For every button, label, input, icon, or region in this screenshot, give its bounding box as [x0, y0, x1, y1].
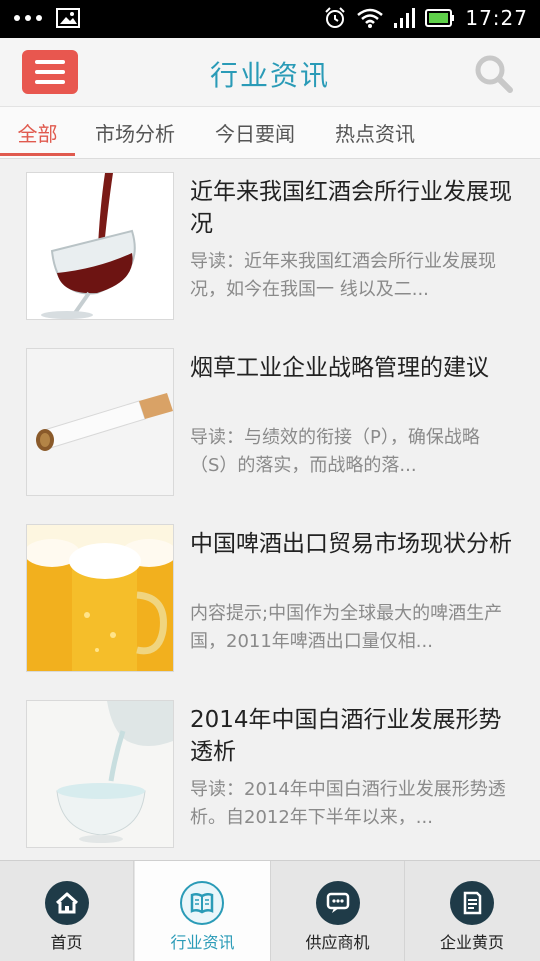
book-icon — [180, 881, 224, 925]
bottom-navigation: 首页 行业资讯 供应商机 企业黄页 — [0, 860, 540, 961]
search-icon — [475, 55, 513, 93]
article-item[interactable]: 近年来我国红酒会所行业发展现况 导读：近年来我国红酒会所行业发展现况，如今在我国… — [0, 160, 540, 336]
nav-supply-opportunities-label: 供应商机 — [305, 933, 370, 952]
nav-yellow-pages-label: 企业黄页 — [439, 933, 504, 952]
search-button[interactable] — [472, 52, 516, 96]
article-description: 内容提示;中国作为全球最大的啤酒生产国，2011年啤酒出口量仅相... — [190, 603, 503, 652]
tab-market-analysis[interactable]: 市场分析 — [85, 107, 185, 158]
article-item[interactable]: 中国啤酒出口贸易市场现状分析 内容提示;中国作为全球最大的啤酒生产国，2011年… — [0, 512, 540, 688]
status-time: 17:27 — [465, 6, 528, 30]
article-thumbnail-baijiu — [26, 700, 174, 848]
document-icon — [450, 881, 494, 925]
notification-dots-icon — [14, 15, 42, 21]
article-item[interactable]: 2014年中国白酒行业发展形势透析 导读：2014年中国白酒行业发展形势透析。自… — [0, 688, 540, 864]
article-thumbnail-cigarette — [26, 348, 174, 496]
article-title: 近年来我国红酒会所行业发展现况 — [190, 179, 512, 237]
nav-home-label: 首页 — [50, 933, 83, 952]
nav-industry-news-label: 行业资讯 — [170, 933, 235, 952]
nav-industry-news[interactable]: 行业资讯 — [135, 861, 271, 961]
article-title: 2014年中国白酒行业发展形势透析 — [190, 707, 502, 765]
article-description: 导读：与绩效的衔接（P），确保战略（S）的落实，而战略的落... — [190, 427, 480, 476]
chat-bubble-icon — [316, 881, 360, 925]
gallery-notification-icon — [56, 8, 80, 28]
status-bar: 17:27 — [0, 0, 540, 38]
article-thumbnail-beer — [26, 524, 174, 672]
article-title: 烟草工业企业战略管理的建议 — [190, 355, 489, 381]
article-thumbnail-wine — [26, 172, 174, 320]
tab-hot-news[interactable]: 热点资讯 — [325, 107, 425, 158]
app-header: 行业资讯 — [0, 38, 540, 107]
home-icon — [45, 881, 89, 925]
tab-all[interactable]: 全部 — [0, 107, 75, 158]
battery-icon — [425, 9, 455, 27]
wifi-icon — [357, 8, 384, 28]
article-item[interactable]: 烟草工业企业战略管理的建议 导读：与绩效的衔接（P），确保战略（S）的落实，而战… — [0, 336, 540, 512]
category-tabs: 全部 市场分析 今日要闻 热点资讯 — [0, 107, 540, 159]
tab-today-news[interactable]: 今日要闻 — [205, 107, 305, 158]
signal-icon — [394, 8, 416, 28]
page-title: 行业资讯 — [209, 59, 330, 92]
article-description: 导读：2014年中国白酒行业发展形势透析。自2012年下半年以来，... — [190, 779, 506, 828]
nav-supply-opportunities[interactable]: 供应商机 — [271, 861, 405, 961]
nav-yellow-pages[interactable]: 企业黄页 — [405, 861, 539, 961]
nav-home[interactable]: 首页 — [0, 861, 134, 961]
alarm-icon — [325, 7, 346, 28]
active-tab-indicator — [0, 153, 75, 156]
article-title: 中国啤酒出口贸易市场现状分析 — [190, 531, 512, 557]
article-description: 导读：近年来我国红酒会所行业发展现况，如今在我国一 线以及二... — [190, 251, 496, 300]
